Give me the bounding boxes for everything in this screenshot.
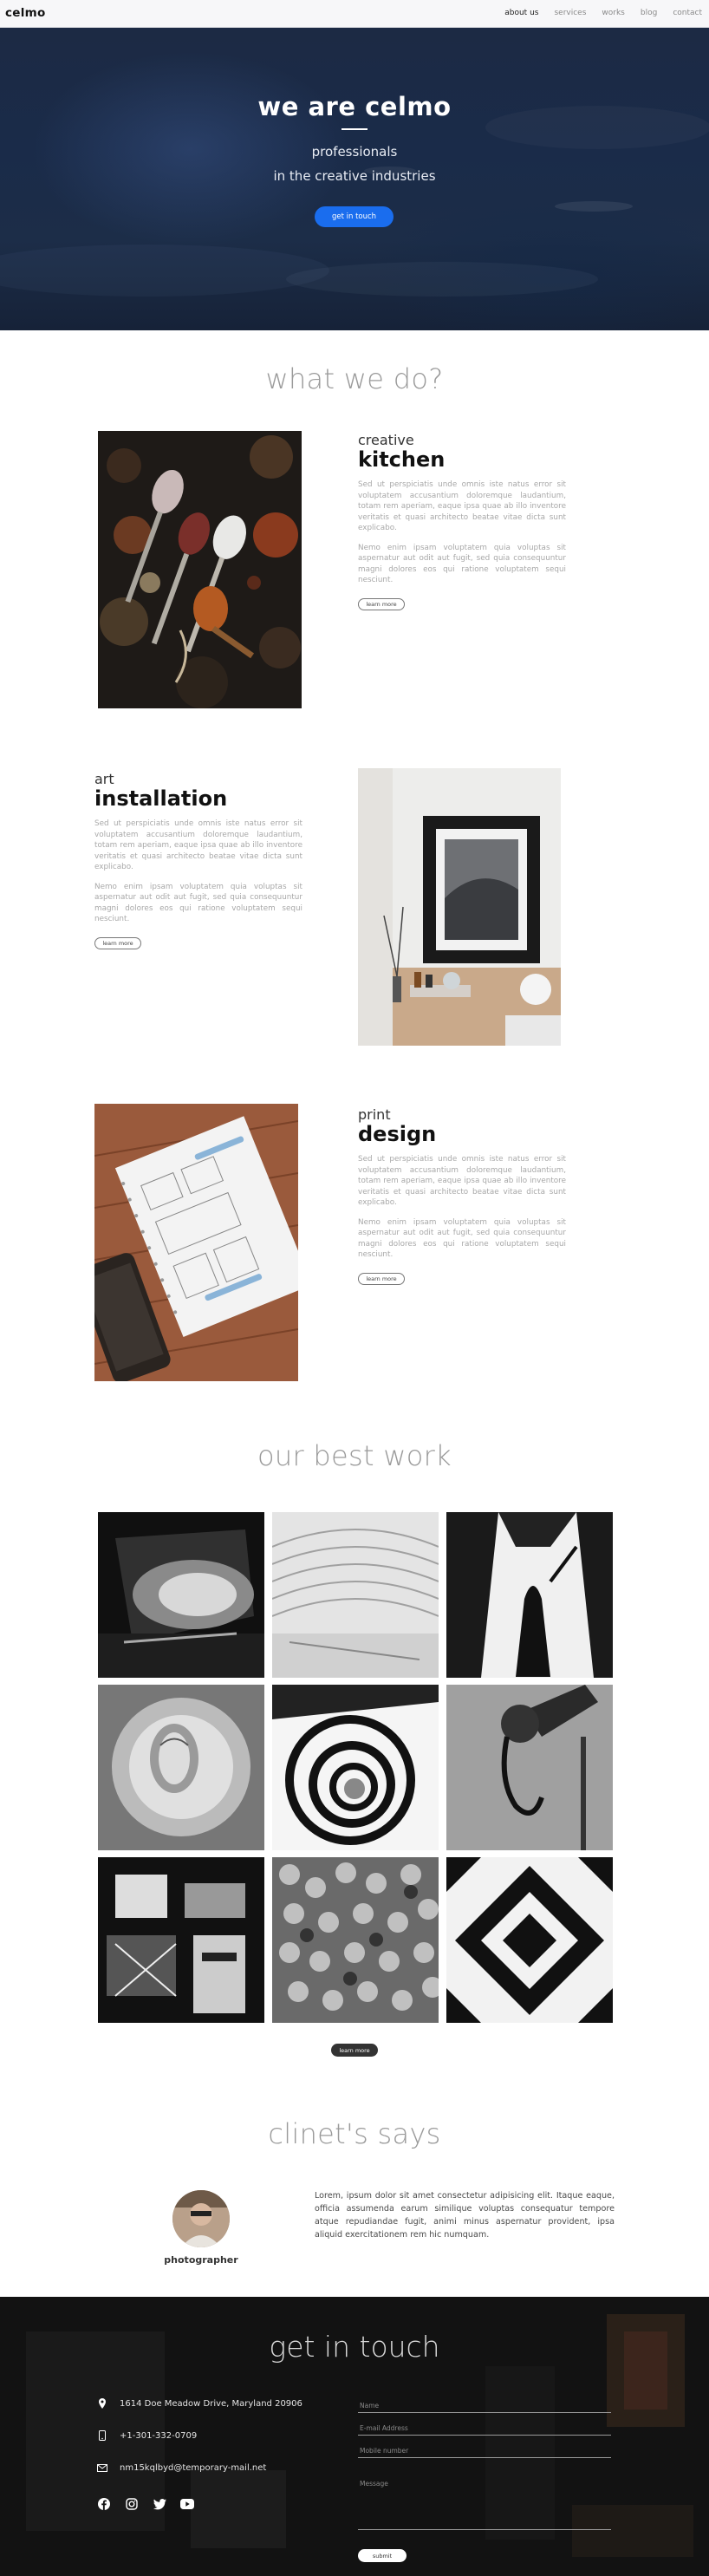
mobile-placeholder: Mobile number — [360, 2447, 409, 2455]
name-placeholder: Name — [360, 2402, 380, 2410]
installation-text: art installation Sed ut perspiciatis und… — [94, 771, 302, 949]
design-heading: design — [358, 1122, 437, 1146]
gallery-item[interactable] — [446, 1512, 613, 1678]
hero-subtitle-2: in the creative industries — [273, 168, 436, 184]
submit-button[interactable]: submit — [358, 2549, 407, 2562]
social-links — [97, 2497, 194, 2511]
contact-address: 1614 Doe Meadow Drive, Maryland 20906 — [97, 2398, 302, 2409]
kitchen-photo — [98, 431, 302, 708]
twitter-icon[interactable] — [153, 2497, 166, 2511]
hero: we are celmo professionals in the creati… — [0, 28, 709, 330]
kitchen-paragraph-2: Nemo enim ipsam voluptatem quia voluptas… — [358, 543, 566, 585]
installation-kicker: art — [94, 771, 114, 787]
installation-learn-more-button[interactable]: learn more — [94, 936, 141, 949]
logo[interactable]: celmo — [5, 6, 46, 20]
gallery-item[interactable] — [98, 1857, 264, 2023]
contact-email: nm15kqlbyd@temporary-mail.net — [97, 2462, 266, 2473]
facebook-icon[interactable] — [97, 2497, 111, 2511]
nav-services[interactable]: services — [554, 9, 586, 17]
design-paragraph-1: Sed ut perspiciatis unde omnis iste natu… — [358, 1155, 566, 1207]
youtube-icon[interactable] — [180, 2497, 194, 2511]
gallery-item[interactable] — [272, 1857, 439, 2023]
design-text: print design Sed ut perspiciatis unde om… — [358, 1106, 566, 1285]
work-learn-more-button[interactable]: learn more — [331, 2044, 378, 2057]
kitchen-heading: kitchen — [358, 447, 446, 472]
phone-icon — [97, 2430, 107, 2441]
kitchen-paragraph-1: Sed ut perspiciatis unde omnis iste natu… — [358, 480, 566, 532]
gallery-item[interactable] — [272, 1512, 439, 1678]
email-placeholder: E-mail Address — [360, 2424, 408, 2432]
contact-phone: +1-301-332-0709 — [97, 2430, 197, 2441]
hero-divider — [341, 128, 368, 130]
name-field[interactable]: Name — [358, 2402, 611, 2413]
installation-photo — [358, 768, 561, 1046]
kitchen-kicker: creative — [358, 432, 414, 448]
avatar — [172, 2190, 230, 2247]
services-title: what we do? — [265, 362, 444, 395]
testimonial-quote: Lorem, ipsum dolor sit amet consectetur … — [315, 2191, 615, 2240]
contact-title: get in touch — [269, 2330, 440, 2364]
testimonial-title: clinet's says — [268, 2117, 441, 2150]
nav-blog[interactable]: blog — [641, 9, 657, 17]
gallery-item[interactable] — [98, 1512, 264, 1678]
gallery-item[interactable] — [98, 1685, 264, 1850]
design-kicker: print — [358, 1106, 391, 1123]
top-nav: celmo about us services works blog conta… — [0, 0, 709, 28]
kitchen-text: creative kitchen Sed ut perspiciatis und… — [358, 432, 566, 610]
gallery-item[interactable] — [272, 1685, 439, 1850]
email-field[interactable]: E-mail Address — [358, 2424, 611, 2436]
design-photo — [94, 1104, 298, 1381]
hero-title: we are celmo — [257, 92, 452, 121]
get-in-touch-button[interactable]: get in touch — [315, 206, 394, 227]
message-field[interactable]: Message — [358, 2480, 611, 2530]
nav-about-us[interactable]: about us — [504, 9, 538, 17]
hero-subtitle-1: professionals — [311, 144, 398, 160]
design-learn-more-button[interactable]: learn more — [358, 1272, 405, 1285]
message-placeholder: Message — [360, 2480, 388, 2488]
address-text: 1614 Doe Meadow Drive, Maryland 20906 — [120, 2398, 302, 2409]
kitchen-learn-more-button[interactable]: learn more — [358, 597, 405, 610]
mobile-number-field[interactable]: Mobile number — [358, 2447, 611, 2458]
gallery-item[interactable] — [446, 1685, 613, 1850]
nav-links: about us services works blog contact — [504, 9, 702, 17]
nav-contact[interactable]: contact — [673, 9, 702, 17]
instagram-icon[interactable] — [125, 2497, 139, 2511]
gallery-item[interactable] — [446, 1857, 613, 2023]
email-text[interactable]: nm15kqlbyd@temporary-mail.net — [120, 2463, 266, 2473]
design-paragraph-2: Nemo enim ipsam voluptatem quia voluptas… — [358, 1217, 566, 1260]
work-title: our best work — [257, 1439, 452, 1472]
testimonial-author: photographer — [164, 2254, 238, 2266]
map-pin-icon — [97, 2398, 107, 2409]
installation-heading: installation — [94, 786, 228, 811]
installation-paragraph-2: Nemo enim ipsam voluptatem quia voluptas… — [94, 882, 302, 924]
envelope-icon — [97, 2462, 107, 2473]
nav-works[interactable]: works — [602, 9, 624, 17]
phone-text[interactable]: +1-301-332-0709 — [120, 2431, 197, 2441]
installation-paragraph-1: Sed ut perspiciatis unde omnis iste natu… — [94, 819, 302, 871]
work-gallery — [98, 1512, 613, 2023]
